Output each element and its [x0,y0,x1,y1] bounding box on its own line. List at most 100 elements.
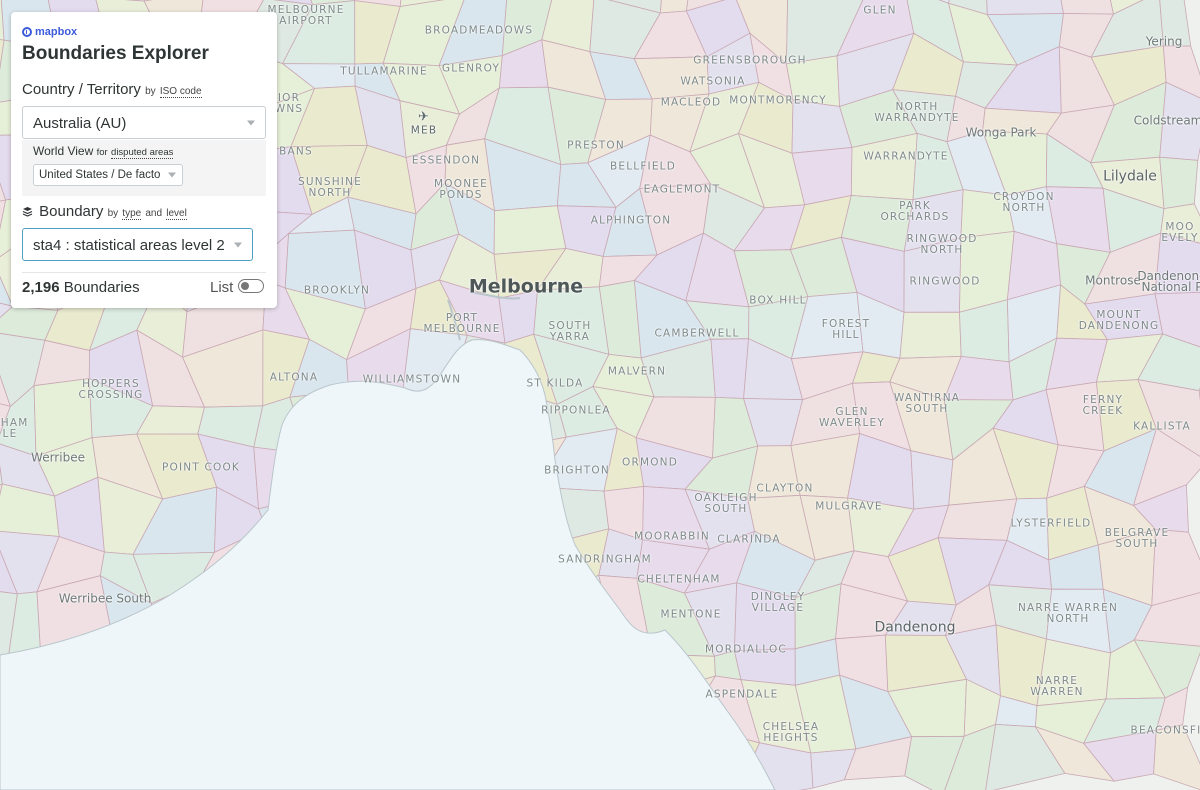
type-link[interactable]: type [122,208,142,220]
chevron-down-icon [247,120,255,125]
worldview-select[interactable]: United States / De facto [33,164,183,186]
map-label-dandenong: Dandenong [874,619,956,636]
country-select[interactable]: Australia (AU) [22,106,266,139]
map-label-narre-warren-north: NARRE WARREN NORTH [1017,602,1119,625]
map-label-dandenong-ranges: Dandenong National P [1137,269,1200,294]
map-label-st-kilda: ST KILDA [526,377,584,390]
map-label-ior-wns: IOR WNS [274,92,304,115]
map-label-north-warrandyte: NORTH WARRANDYTE [874,101,960,124]
map-label-wonga-park: Wonga Park [965,125,1037,140]
mapbox-logo[interactable]: mapbox [22,26,77,38]
list-toggle[interactable] [238,279,264,293]
map-label-mount-dandenong: MOUNT DANDENONG [1078,309,1160,332]
map-label-moonee-ponds: MOONEE PONDS [434,178,488,201]
map-label-macleod: MACLEOD [660,96,722,109]
map-label-mulgrave: MULGRAVE [815,500,883,513]
map-label-chelsea-heights: CHELSEA HEIGHTS [762,721,820,744]
map-label-preston: PRESTON [567,139,625,152]
map-label-croydon-north: CROYDON NORTH [993,191,1055,214]
page-title: Boundaries Explorer [22,43,209,64]
worldview-select-value: United States / De facto [39,169,161,181]
map-label-bans: BANS [279,145,313,158]
map-label-meb: MEB [410,124,438,137]
map-label-ringwood-north: RINGWOOD NORTH [906,233,978,256]
map-label-moorabbin: MOORABBIN [634,530,710,543]
map-label-tullamarine: TULLAMARINE [340,65,428,78]
map-label-warrandyte: WARRANDYTE [863,150,949,163]
map-label-brighton: BRIGHTON [544,464,610,477]
map-label-altona: ALTONA [269,371,319,384]
map-label-dham-le: DHAMLE [0,417,29,440]
boundary-area[interactable] [493,205,567,255]
map-label-belgrave-south: BELGRAVE SOUTH [1104,527,1170,550]
boundary-area[interactable] [710,338,750,399]
disputed-areas-link[interactable]: disputed areas [111,147,174,159]
map-label-watsonia: WATSONIA [680,75,746,88]
country-hint-by: by [145,86,156,97]
map-label-narre-warren: NARRE WARREN [1030,675,1084,698]
divider [22,272,266,273]
map-label-alphington: ALPHINGTON [590,214,672,227]
map-label-williamstown: WILLIAMSTOWN [362,373,462,386]
map-label-essendon: ESSENDON [411,154,481,167]
map-label-cheltenham: CHELTENHAM [637,573,721,586]
chevron-down-icon [234,242,242,247]
boundary-area[interactable] [910,450,954,510]
map-label-hoppers-crossing: HOPPERS CROSSING [78,378,144,401]
map-label-south-yarra: SOUTH YARRA [548,320,592,343]
level-link[interactable]: level [166,208,187,220]
boundary-select[interactable]: sta4 : statistical areas level 2 [22,228,253,261]
layers-icon [22,207,33,217]
boundary-area[interactable] [1159,156,1199,210]
boundary-count: 2,196 Boundaries [22,279,140,296]
boundary-hint-and: and [145,208,163,219]
map-label-kallista: KALLISTA [1133,420,1191,433]
map-label-mordialloc: MORDIALLOC [705,643,787,656]
map-label-coldstream: Coldstream [1133,113,1200,128]
map-label-eaglemont: EAGLEMONT [643,183,721,196]
country-select-value: Australia (AU) [33,115,127,132]
map-label-ormond: ORMOND [621,456,679,469]
country-label-row: Country / Territory by ISO code [22,81,202,98]
brand-name: mapbox [35,26,78,38]
map-label-brooklyn: BROOKLYN [303,284,371,297]
map-label-ringwood: RINGWOOD [909,275,981,288]
boundary-area[interactable] [985,0,1064,16]
worldview-label-row: World View for disputed areas [33,144,174,159]
iso-code-link[interactable]: ISO code [159,86,202,98]
map-label-box-hill: BOX HILL [749,294,807,307]
map-label-melbourne-airport: MELBOURNE AIRPORT [267,4,345,27]
map-label-lilydale: Lilydale [1103,168,1157,185]
boundary-label: Boundary [39,203,104,220]
map-label-port-melbourne: PORT MELBOURNE [423,312,501,335]
boundary-select-value: sta4 : statistical areas level 2 [33,237,225,254]
boundary-area[interactable] [899,311,962,359]
airport-icon: ✈ [417,109,431,125]
map-label-oakleigh-south: OAKLEIGH SOUTH [694,492,758,515]
map-label-montrose: Montrose [1085,273,1141,288]
map-label-mooroolbark: MOO EVELY [1161,221,1199,244]
map-label-clarinda: CLARINDA [717,533,781,546]
map-label-point-cook: POINT COOK [161,461,241,474]
mapbox-logo-icon [22,27,32,37]
boundary-area[interactable] [937,498,1018,541]
map-label-glenroy: GLENROY [441,62,501,75]
worldview-section: World View for disputed areas United Sta… [22,140,266,196]
map-label-malvern: MALVERN [607,365,667,378]
map-label-bellfield: BELLFIELD [609,160,677,173]
map-label-park-orchards: PARK ORCHARDS [880,200,950,223]
map-label-broadmeadows: BROADMEADOWS [424,24,534,37]
country-label: Country / Territory [22,81,141,98]
map-label-wantirna-south: WANTIRNA SOUTH [893,392,961,415]
map-label-montmorency: MONTMORENCY [729,94,827,107]
map-label-melbourne: Melbourne [468,275,584,298]
map-label-yering: Yering [1145,34,1183,49]
map-label-forest-hill: FOREST HILL [821,318,871,341]
chevron-down-icon [168,172,176,178]
boundaries-panel: mapbox Boundaries Explorer Country / Ter… [11,12,277,308]
boundary-hint-by: by [107,208,119,219]
toggle-knob [241,281,249,290]
worldview-hint-for: for [96,147,108,158]
map-label-werribee: Werribee [31,450,85,465]
map-label-mentone: MENTONE [660,608,722,621]
